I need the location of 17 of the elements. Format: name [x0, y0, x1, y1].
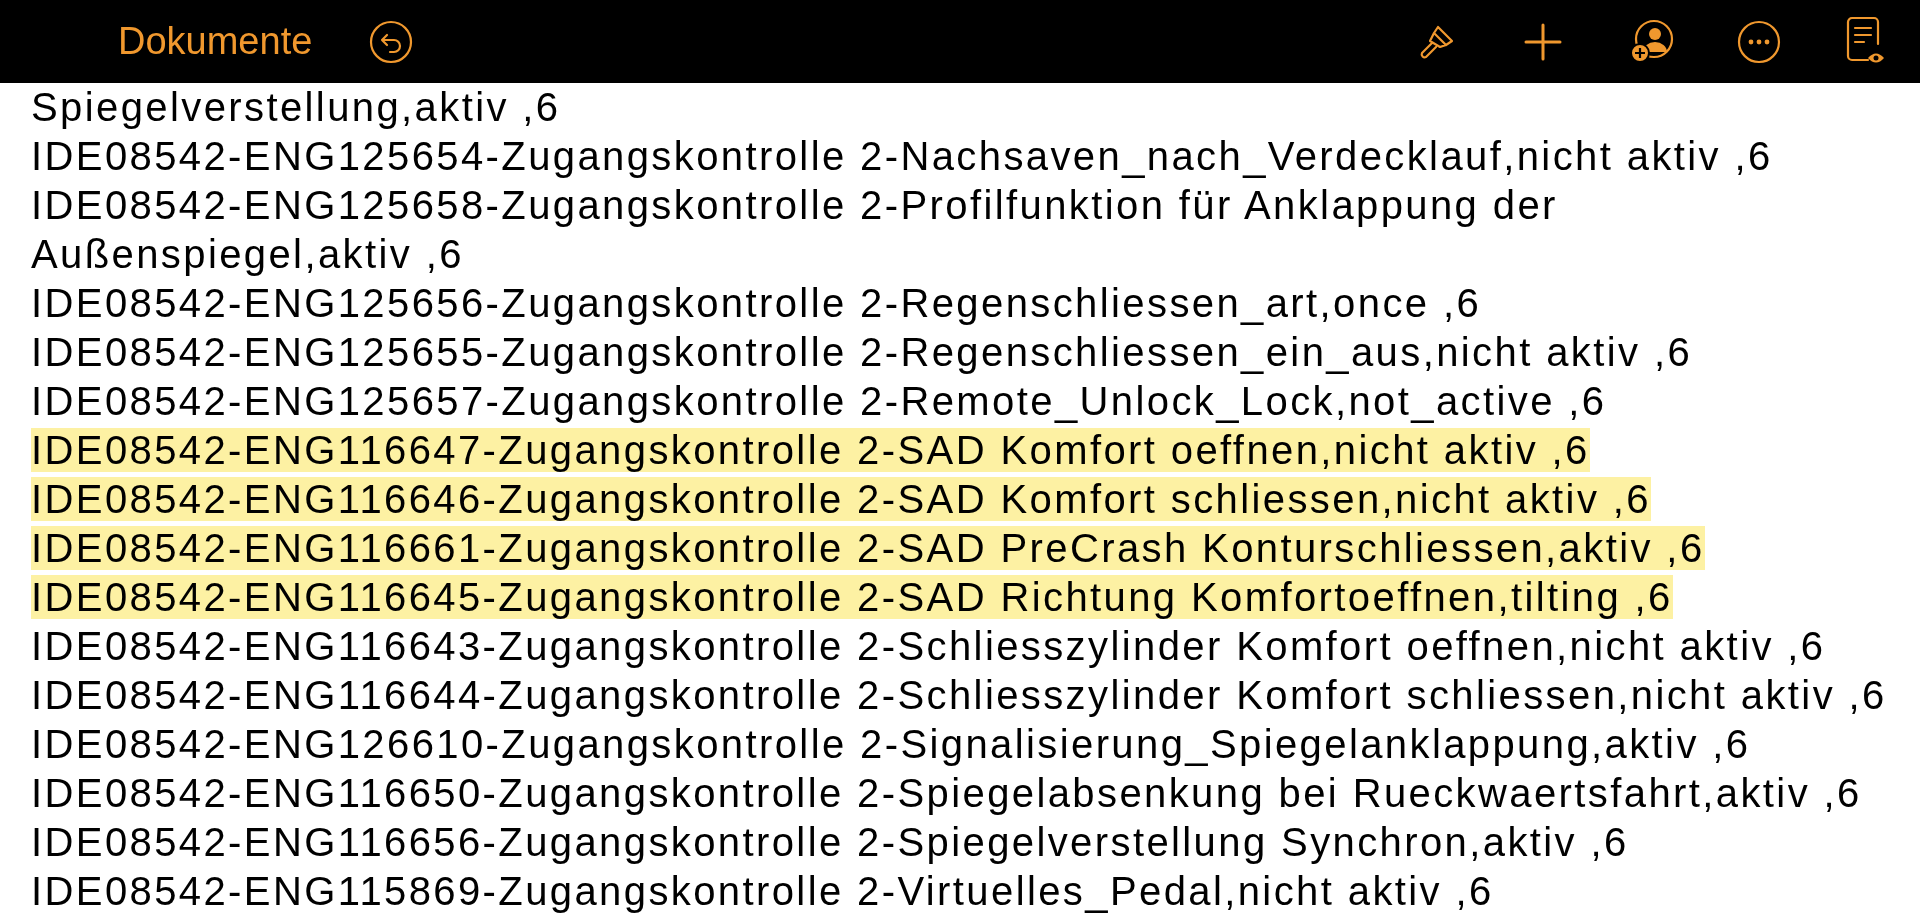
- document-line: IDE08542-ENG126610-Zugangskontrolle 2-Signalisierung_Spiegelanklappung,aktiv ,6: [31, 721, 1752, 768]
- undo-button[interactable]: [368, 18, 415, 65]
- document-line: IDE08542-ENG125657-Zugangskontrolle 2-Remote_Unlock_Lock,not_active ,6: [31, 378, 1608, 425]
- document-line: IDE08542-ENG125658-Zugangskontrolle 2-Profilfunktion für Anklappung der Außenspiegel,aktiv ,6: [31, 182, 1559, 278]
- document-line: IDE08542-ENG116650-Zugangskontrolle 2-Spiegelabsenkung bei Rueckwaertsfahrt,aktiv ,6: [31, 770, 1863, 817]
- document-line: IDE08542-ENG115869-Zugangskontrolle 2-Virtuelles_Pedal,nicht aktiv ,6: [31, 868, 1495, 915]
- back-button[interactable]: Dokumente: [118, 20, 313, 63]
- document-line: IDE08542-ENG116656-Zugangskontrolle 2-Spiegelverstellung Synchron,aktiv ,6: [31, 819, 1630, 866]
- document-line: IDE08542-ENG125655-Zugangskontrolle 2-Regenschliessen_ein_aus,nicht aktiv ,6: [31, 329, 1694, 376]
- undo-icon: [368, 18, 415, 65]
- document-line: Spiegelverstellung,aktiv ,6: [31, 84, 562, 131]
- document-line: IDE08542-ENG116643-Zugangskontrolle 2-Schliesszylinder Komfort oeffnen,nicht aktiv ,6: [31, 623, 1827, 670]
- document-line: IDE08542-ENG125654-Zugangskontrolle 2-Nachsaven_nach_Verdecklauf,nicht aktiv ,6: [31, 133, 1774, 180]
- more-icon: [1736, 18, 1782, 65]
- more-button[interactable]: [1736, 18, 1782, 65]
- document-line: IDE08542-ENG116644-Zugangskontrolle 2-Schliesszylinder Komfort schliessen,nicht aktiv ,6: [31, 672, 1888, 719]
- document-line: IDE08542-ENG125656-Zugangskontrolle 2-Regenschliessen_art,once ,6: [31, 280, 1483, 327]
